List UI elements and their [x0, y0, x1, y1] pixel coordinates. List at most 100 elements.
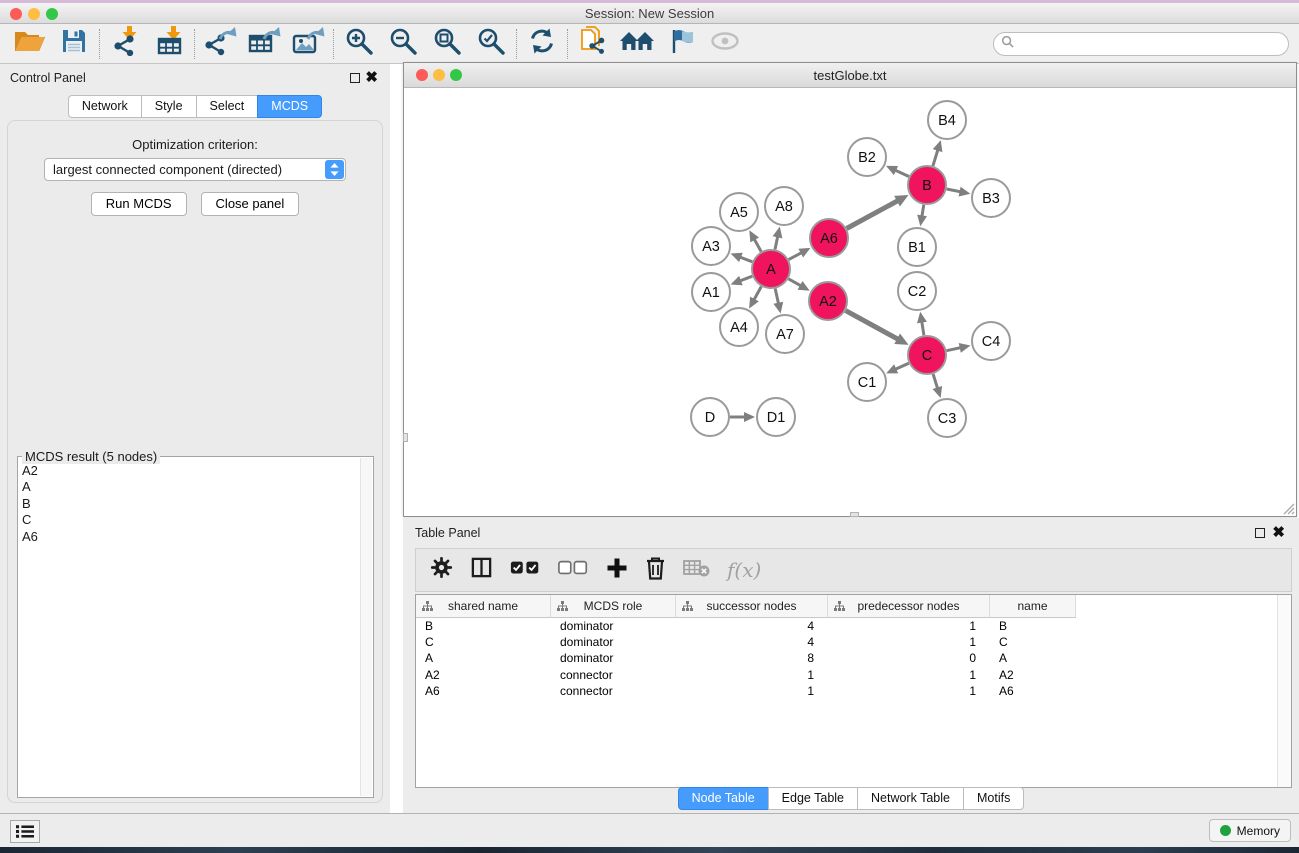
select-all-button[interactable]	[510, 558, 541, 583]
node-label-C3: C3	[938, 411, 957, 427]
cell-successor-nodes: 4	[676, 635, 828, 649]
deselect-all-button[interactable]	[558, 558, 589, 583]
cell-shared-name: A2	[416, 668, 551, 682]
table-row[interactable]: Bdominator41B	[416, 618, 1277, 634]
columns-button[interactable]	[470, 556, 493, 584]
cell-predecessor-nodes: 0	[828, 651, 990, 665]
tab-mcds[interactable]: MCDS	[257, 95, 322, 118]
toolbar-separator	[567, 29, 568, 59]
export-image-button[interactable]	[286, 27, 330, 61]
float-table-panel-icon[interactable]	[1255, 528, 1265, 538]
export-network-button[interactable]	[198, 27, 242, 61]
import-network-button[interactable]	[103, 27, 147, 61]
mcds-result-item[interactable]: A6	[22, 529, 359, 545]
float-panel-icon[interactable]	[350, 73, 360, 83]
tab-style[interactable]: Style	[141, 95, 197, 118]
zoom-selected-button[interactable]	[469, 27, 513, 61]
tab-edge-table[interactable]: Edge Table	[768, 787, 858, 810]
cell-successor-nodes: 1	[676, 684, 828, 698]
export-table-icon	[248, 26, 281, 61]
network-canvas[interactable]: B4B2BB3A5A8A6A3B1AC2A1A2A4A7C4CC1DD1C3	[404, 88, 1296, 516]
arrowhead-icon	[744, 412, 755, 422]
status-bar: Memory	[0, 813, 1299, 847]
fx-icon: f(x)	[727, 558, 761, 582]
network-view-window[interactable]: testGlobe.txt B4B2BB3A5A8A6A3B1AC2A1A2A4…	[403, 62, 1297, 517]
close-panel-icon[interactable]: ✖	[365, 69, 378, 87]
cell-name: A2	[990, 668, 1076, 682]
mcds-list-scrollbar[interactable]	[360, 458, 372, 796]
import-table-button[interactable]	[147, 27, 191, 61]
cell-shared-name: A	[416, 651, 551, 665]
zoom-in-button[interactable]	[337, 27, 381, 61]
table-row[interactable]: A2connector11A2	[416, 667, 1277, 683]
homes-button[interactable]	[615, 27, 659, 61]
open-session-button[interactable]	[8, 27, 52, 61]
column-header-successor-nodes[interactable]: successor nodes	[676, 595, 828, 618]
criterion-select[interactable]: largest connected component (directed)	[44, 158, 346, 181]
gear-icon	[430, 556, 453, 584]
zoom-fit-button[interactable]	[425, 27, 469, 61]
table-row[interactable]: Adominator80A	[416, 650, 1277, 666]
arrowhead-icon	[917, 215, 927, 227]
window-edge-grip-bottom[interactable]	[850, 512, 859, 517]
gear-button[interactable]	[430, 556, 453, 584]
delete-table-icon	[683, 558, 710, 583]
window-edge-grip-left[interactable]	[403, 433, 408, 442]
network-graph[interactable]: B4B2BB3A5A8A6A3B1AC2A1A2A4A7C4CC1DD1C3	[404, 88, 1296, 516]
close-panel-button[interactable]: Close panel	[201, 192, 300, 216]
memory-button[interactable]: Memory	[1209, 819, 1291, 842]
mcds-result-item[interactable]: A	[22, 479, 359, 495]
main-toolbar	[0, 24, 1299, 64]
eye-button	[703, 27, 747, 61]
cell-MCDS-role: connector	[551, 668, 676, 682]
new-network-from-selection-button[interactable]	[571, 27, 615, 61]
column-label: successor nodes	[706, 599, 796, 613]
mcds-result-item[interactable]: B	[22, 496, 359, 512]
search-input[interactable]	[1018, 35, 1288, 53]
cell-predecessor-nodes: 1	[828, 635, 990, 649]
column-header-MCDS-role[interactable]: MCDS role	[551, 595, 676, 618]
edge-A2-C[interactable]	[846, 311, 900, 341]
network-window-titlebar[interactable]: testGlobe.txt	[404, 63, 1296, 88]
zoom-out-button[interactable]	[381, 27, 425, 61]
cell-successor-nodes: 1	[676, 668, 828, 682]
table-scrollbar[interactable]	[1277, 595, 1291, 787]
tab-motifs[interactable]: Motifs	[963, 787, 1024, 810]
deselect-all-icon	[558, 558, 589, 583]
flag-button[interactable]	[659, 27, 703, 61]
select-stepper-icon	[325, 160, 344, 179]
mcds-buttons-row: Run MCDS Close panel	[8, 192, 382, 216]
delete-button[interactable]	[645, 556, 666, 585]
toolbar-separator	[333, 29, 334, 59]
add-button[interactable]	[606, 557, 628, 584]
mcds-result-item[interactable]: C	[22, 512, 359, 528]
cell-successor-nodes: 8	[676, 651, 828, 665]
node-label-B3: B3	[982, 191, 1000, 207]
table-toolbar: f(x)	[415, 548, 1292, 592]
window-resize-grip[interactable]	[1282, 502, 1295, 515]
close-table-panel-icon[interactable]: ✖	[1272, 524, 1285, 542]
edge-A6-B[interactable]	[847, 200, 900, 229]
table-row[interactable]: A6connector11A6	[416, 683, 1277, 699]
select-all-icon	[510, 558, 541, 583]
column-header-name[interactable]: name	[990, 595, 1076, 618]
node-label-A3: A3	[702, 239, 720, 255]
tab-select[interactable]: Select	[196, 95, 259, 118]
run-mcds-button[interactable]: Run MCDS	[91, 192, 187, 216]
mcds-result-list[interactable]: A2ABCA6	[18, 461, 359, 797]
save-session-button[interactable]	[52, 27, 96, 61]
column-header-shared-name[interactable]: shared name	[416, 595, 551, 618]
export-table-button[interactable]	[242, 27, 286, 61]
control-panel-header: Control Panel ✖	[0, 67, 390, 89]
tab-network[interactable]: Network	[68, 95, 142, 118]
task-history-button[interactable]	[10, 820, 40, 843]
app-titlebar: Session: New Session	[0, 3, 1299, 24]
mcds-result-item[interactable]: A2	[22, 463, 359, 479]
column-header-predecessor-nodes[interactable]: predecessor nodes	[828, 595, 990, 618]
table-row[interactable]: Cdominator41C	[416, 634, 1277, 650]
refresh-button[interactable]	[520, 27, 564, 61]
search-field[interactable]	[993, 32, 1289, 56]
open-session-icon	[14, 28, 46, 60]
tab-node-table[interactable]: Node Table	[678, 787, 769, 810]
tab-network-table[interactable]: Network Table	[857, 787, 964, 810]
